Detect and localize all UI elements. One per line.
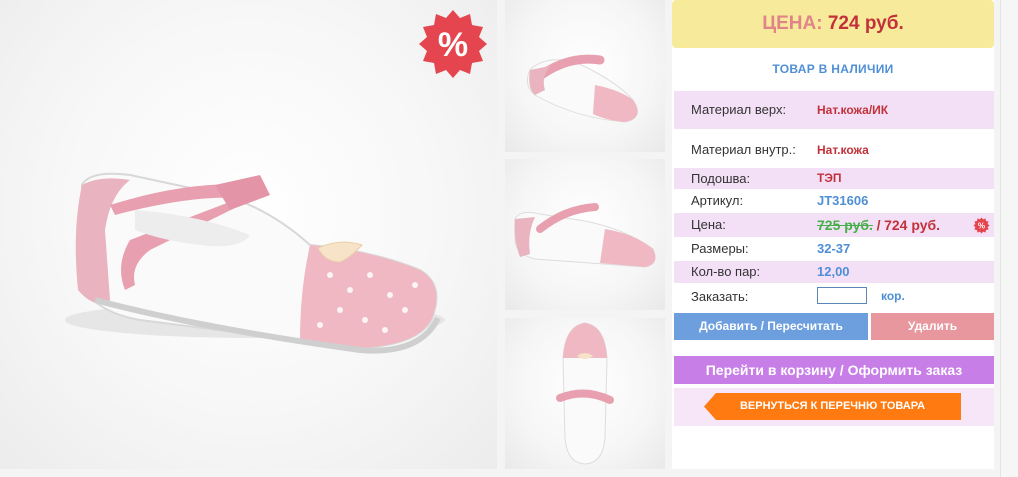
thumbnail-1[interactable] xyxy=(505,0,665,152)
spec-row-material-inner: Материал внутр.: Нат.кожа xyxy=(674,133,994,167)
new-price: 724 руб. xyxy=(884,217,941,233)
order-row: Заказать: кор. xyxy=(674,285,994,308)
thumbnail-3[interactable] xyxy=(505,318,665,469)
spec-value: Нат.кожа xyxy=(817,143,869,157)
sale-badge-symbol: % xyxy=(438,26,468,64)
spec-label: Артикул: xyxy=(691,193,744,208)
spec-row-sole: Подошва: ТЭП xyxy=(674,168,994,189)
sale-mini-icon: % xyxy=(973,217,990,234)
shoe-thumb-top-image xyxy=(556,322,614,465)
shoe-thumb-angled-image xyxy=(526,54,638,123)
spec-label: Цена: xyxy=(691,217,726,232)
delete-button[interactable]: Удалить xyxy=(871,313,994,340)
spec-label: Материал внутр.: xyxy=(691,142,796,157)
svg-text:%: % xyxy=(978,221,985,230)
order-unit: кор. xyxy=(881,289,905,303)
spec-value: ТЭП xyxy=(817,171,842,185)
price-label: ЦЕНА: xyxy=(762,13,823,34)
spec-row-sizes: Размеры: 32-37 xyxy=(674,238,994,259)
price-box: ЦЕНА: 724 руб. xyxy=(672,0,994,48)
spec-value: 12,00 xyxy=(817,264,850,279)
add-recalculate-button[interactable]: Добавить / Пересчитать xyxy=(674,313,868,340)
sale-badge-icon: % xyxy=(417,8,489,80)
shoe-thumb-side-image xyxy=(514,203,656,268)
old-price: 725 руб. xyxy=(817,217,873,233)
order-quantity-input[interactable] xyxy=(817,287,867,304)
spec-row-article: Артикул: JT31606 xyxy=(674,190,994,211)
spec-value: Нат.кожа/ИК xyxy=(817,103,889,117)
spec-label: Подошва: xyxy=(691,171,751,186)
back-button-container: ВЕРНУТЬСЯ К ПЕРЕЧНЮ ТОВАРА xyxy=(674,388,994,426)
spec-label: Материал верх: xyxy=(691,102,787,117)
price-separator: / xyxy=(876,217,881,233)
spec-value: JT31606 xyxy=(817,193,869,208)
spec-label: Кол-во пар: xyxy=(691,264,761,279)
go-to-cart-button[interactable]: Перейти в корзину / Оформить заказ xyxy=(674,356,994,384)
spec-row-pairs: Кол-во пар: 12,00 xyxy=(674,261,994,283)
stock-status: ТОВАР В НАЛИЧИИ xyxy=(772,62,894,76)
order-label: Заказать: xyxy=(691,289,749,304)
spec-row-material-top: Материал верх: Нат.кожа/ИК xyxy=(674,91,994,129)
price-value: 724 руб. xyxy=(827,13,904,34)
spec-row-price: Цена: 725 руб. / 724 руб. % xyxy=(674,213,994,237)
spec-value: 32-37 xyxy=(817,241,851,256)
product-info-panel: ЦЕНА: 724 руб. ТОВАР В НАЛИЧИИ Материал … xyxy=(672,0,994,469)
thumbnail-2[interactable] xyxy=(505,159,665,310)
spec-label: Размеры: xyxy=(691,241,749,256)
back-to-list-button[interactable]: ВЕРНУТЬСЯ К ПЕРЕЧНЮ ТОВАРА xyxy=(704,393,961,420)
page-scroll-edge xyxy=(1000,0,1018,477)
